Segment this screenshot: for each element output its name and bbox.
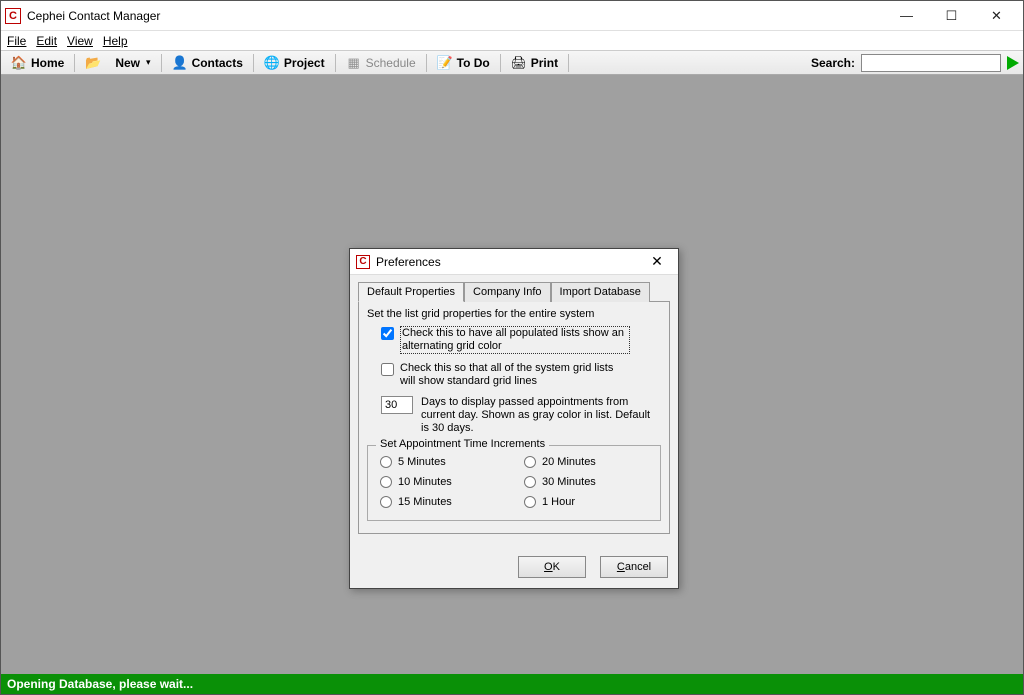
separator bbox=[426, 54, 427, 72]
new-label: New bbox=[115, 56, 140, 70]
tab-default-properties[interactable]: Default Properties bbox=[358, 282, 464, 302]
alternating-color-label: Check this to have all populated lists s… bbox=[400, 326, 630, 354]
note-icon: 📝 bbox=[437, 55, 453, 71]
search-input[interactable] bbox=[861, 54, 1001, 72]
increments-legend: Set Appointment Time Increments bbox=[376, 438, 549, 450]
contacts-label: Contacts bbox=[192, 56, 243, 70]
panel-heading: Set the list grid properties for the ent… bbox=[367, 308, 661, 320]
menu-help[interactable]: Help bbox=[103, 34, 128, 48]
alternating-color-checkbox[interactable] bbox=[381, 327, 394, 340]
tab-import-database[interactable]: Import Database bbox=[551, 282, 650, 302]
ok-button[interactable]: OK bbox=[518, 556, 586, 578]
window-controls: — ☐ ✕ bbox=[884, 2, 1019, 30]
search-go-button[interactable] bbox=[1007, 56, 1019, 70]
toolbar: 🏠 Home 📂 New ▾ 👤 Contacts 🌐 Project ▦ Sc… bbox=[1, 51, 1023, 75]
minimize-button[interactable]: — bbox=[884, 2, 929, 30]
print-button[interactable]: 🖨 Print bbox=[505, 53, 564, 73]
separator bbox=[161, 54, 162, 72]
folder-icon: 📂 bbox=[85, 55, 101, 71]
dialog-buttons: OK Cancel bbox=[350, 544, 678, 588]
gridlines-checkbox[interactable] bbox=[381, 363, 394, 376]
titlebar: C Cephei Contact Manager — ☐ ✕ bbox=[1, 1, 1023, 31]
alternating-color-row: Check this to have all populated lists s… bbox=[381, 326, 661, 354]
new-folder-button[interactable]: 📂 bbox=[79, 53, 107, 73]
menu-edit[interactable]: Edit bbox=[36, 34, 57, 48]
gridlines-row: Check this so that all of the system gri… bbox=[381, 362, 661, 388]
new-button[interactable]: New ▾ bbox=[109, 53, 156, 73]
dialog-close-button[interactable]: ✕ bbox=[642, 251, 672, 273]
days-row: Days to display passed appointments from… bbox=[381, 396, 661, 435]
person-icon: 👤 bbox=[172, 55, 188, 71]
chevron-down-icon: ▾ bbox=[146, 57, 151, 68]
increments-fieldset: Set Appointment Time Increments 5 Minute… bbox=[367, 445, 661, 521]
menubar: File Edit View Help bbox=[1, 31, 1023, 51]
separator bbox=[253, 54, 254, 72]
todo-button[interactable]: 📝 To Do bbox=[431, 53, 496, 73]
increments-grid: 5 Minutes 20 Minutes 10 Minutes 30 Minut… bbox=[380, 456, 648, 508]
project-label: Project bbox=[284, 56, 325, 70]
radio-15-minutes[interactable]: 15 Minutes bbox=[380, 496, 504, 508]
gridlines-label: Check this so that all of the system gri… bbox=[400, 362, 630, 388]
days-label: Days to display passed appointments from… bbox=[421, 396, 651, 435]
tab-panel: Set the list grid properties for the ent… bbox=[358, 301, 670, 534]
statusbar: Opening Database, please wait... bbox=[1, 674, 1023, 694]
separator bbox=[500, 54, 501, 72]
radio-5-minutes[interactable]: 5 Minutes bbox=[380, 456, 504, 468]
dialog-icon: C bbox=[356, 255, 370, 269]
tab-company-info[interactable]: Company Info bbox=[464, 282, 550, 302]
home-button[interactable]: 🏠 Home bbox=[5, 53, 70, 73]
home-icon: 🏠 bbox=[11, 55, 27, 71]
maximize-button[interactable]: ☐ bbox=[929, 2, 974, 30]
project-button[interactable]: 🌐 Project bbox=[258, 53, 331, 73]
home-label: Home bbox=[31, 56, 64, 70]
schedule-label: Schedule bbox=[366, 56, 416, 70]
globe-icon: 🌐 bbox=[264, 55, 280, 71]
close-button[interactable]: ✕ bbox=[974, 2, 1019, 30]
dialog-titlebar: C Preferences ✕ bbox=[350, 249, 678, 275]
calendar-icon: ▦ bbox=[346, 55, 362, 71]
menu-file[interactable]: File bbox=[7, 34, 26, 48]
workspace: C Preferences ✕ Default Properties Compa… bbox=[1, 75, 1023, 674]
main-window: C Cephei Contact Manager — ☐ ✕ File Edit… bbox=[0, 0, 1024, 695]
separator bbox=[74, 54, 75, 72]
menu-view[interactable]: View bbox=[67, 34, 93, 48]
contacts-button[interactable]: 👤 Contacts bbox=[166, 53, 249, 73]
todo-label: To Do bbox=[457, 56, 490, 70]
tabs: Default Properties Company Info Import D… bbox=[358, 281, 670, 301]
app-icon: C bbox=[5, 8, 21, 24]
search-label: Search: bbox=[811, 56, 855, 70]
window-title: Cephei Contact Manager bbox=[27, 9, 884, 23]
dialog-body: Default Properties Company Info Import D… bbox=[350, 275, 678, 544]
printer-icon: 🖨 bbox=[511, 55, 527, 71]
preferences-dialog: C Preferences ✕ Default Properties Compa… bbox=[349, 248, 679, 589]
print-label: Print bbox=[531, 56, 558, 70]
separator bbox=[335, 54, 336, 72]
cancel-button[interactable]: Cancel bbox=[600, 556, 668, 578]
radio-20-minutes[interactable]: 20 Minutes bbox=[524, 456, 648, 468]
radio-30-minutes[interactable]: 30 Minutes bbox=[524, 476, 648, 488]
separator bbox=[568, 54, 569, 72]
status-text: Opening Database, please wait... bbox=[7, 677, 193, 691]
schedule-button: ▦ Schedule bbox=[340, 53, 422, 73]
radio-1-hour[interactable]: 1 Hour bbox=[524, 496, 648, 508]
radio-10-minutes[interactable]: 10 Minutes bbox=[380, 476, 504, 488]
days-input[interactable] bbox=[381, 396, 413, 414]
dialog-title: Preferences bbox=[376, 255, 642, 269]
